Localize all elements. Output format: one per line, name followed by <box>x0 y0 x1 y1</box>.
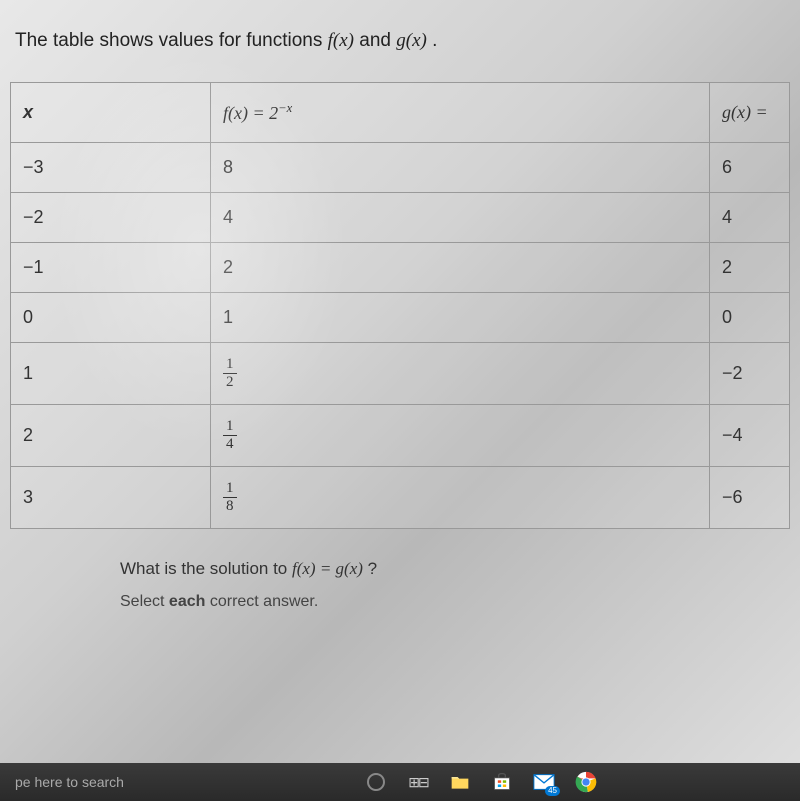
prompt-g: g(x) <box>396 30 427 51</box>
cell-gx: −6 <box>710 467 790 529</box>
cell-x: 3 <box>11 467 211 529</box>
table-row: 1 1 2 −2 <box>11 343 790 405</box>
table-row: 3 1 8 −6 <box>11 467 790 529</box>
cell-fx: 4 <box>211 193 710 243</box>
cell-fx: 1 <box>211 293 710 343</box>
store-icon[interactable] <box>490 770 514 794</box>
fraction: 1 4 <box>223 419 237 452</box>
search-box[interactable]: pe here to search <box>10 774 124 790</box>
cell-fx: 2 <box>211 243 710 293</box>
taskbar[interactable]: pe here to search ⊞⊟ 45 <box>0 763 800 801</box>
screen-content: The table shows values for functions f(x… <box>0 0 800 801</box>
cell-gx: −4 <box>710 405 790 467</box>
header-x: x <box>11 83 211 143</box>
cell-x: −2 <box>11 193 211 243</box>
cell-x: −3 <box>11 143 211 193</box>
header-gx: g(x) = <box>710 83 790 143</box>
table-row: −2 4 4 <box>11 193 790 243</box>
cell-gx: 0 <box>710 293 790 343</box>
header-fx: f(x) = 2−x <box>211 83 710 143</box>
mail-badge: 45 <box>545 786 560 796</box>
cell-x: −1 <box>11 243 211 293</box>
cell-x: 0 <box>11 293 211 343</box>
prompt-and: and <box>354 30 396 51</box>
taskview-icon[interactable]: ⊞⊟ <box>406 770 430 794</box>
cell-x: 1 <box>11 343 211 405</box>
fraction: 1 8 <box>223 481 237 514</box>
table-row: 0 1 0 <box>11 293 790 343</box>
chrome-icon[interactable] <box>574 770 598 794</box>
file-explorer-icon[interactable] <box>448 770 472 794</box>
cell-fx: 1 8 <box>211 467 710 529</box>
prompt-prefix: The table shows values for functions <box>15 30 328 51</box>
cell-gx: 4 <box>710 193 790 243</box>
question-area: What is the solution to f(x) = g(x) ? Se… <box>10 559 790 611</box>
instruction-text: Select each correct answer. <box>120 593 790 611</box>
cortana-icon[interactable] <box>364 770 388 794</box>
cell-gx: −2 <box>710 343 790 405</box>
prompt-text: The table shows values for functions f(x… <box>10 30 790 52</box>
fraction: 1 2 <box>223 357 237 390</box>
table-row: −1 2 2 <box>11 243 790 293</box>
cell-gx: 2 <box>710 243 790 293</box>
table-row: 2 1 4 −4 <box>11 405 790 467</box>
cell-fx: 8 <box>211 143 710 193</box>
mail-icon[interactable]: 45 <box>532 770 556 794</box>
cell-x: 2 <box>11 405 211 467</box>
prompt-suffix: . <box>427 30 438 51</box>
table-row: −3 8 6 <box>11 143 790 193</box>
table-header-row: x f(x) = 2−x g(x) = <box>11 83 790 143</box>
question-text: What is the solution to f(x) = g(x) ? <box>120 559 790 579</box>
cell-fx: 1 4 <box>211 405 710 467</box>
prompt-f: f(x) <box>328 30 354 51</box>
cell-fx: 1 2 <box>211 343 710 405</box>
taskbar-icons: ⊞⊟ 45 <box>364 770 598 794</box>
function-table: x f(x) = 2−x g(x) = −3 8 6 −2 4 4 −1 2 2 <box>10 82 790 529</box>
cell-gx: 6 <box>710 143 790 193</box>
